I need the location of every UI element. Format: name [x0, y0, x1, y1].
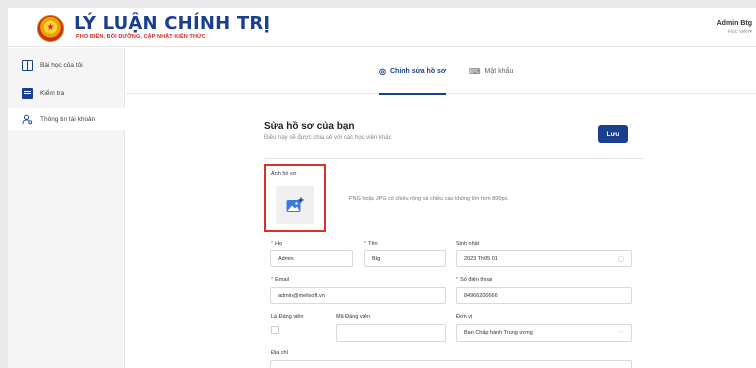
avatar-section: Ảnh hồ sơ — [264, 164, 326, 232]
tab-password[interactable]: ⌨ Mật khẩu — [469, 48, 513, 94]
key-icon: ⌨ — [469, 66, 481, 76]
party-code-field[interactable] — [336, 324, 446, 342]
app-window: LÝ LUẬN CHÍNH TRỊ PHỔ BIẾN, BỒI DƯỠNG, C… — [8, 8, 756, 368]
ho-field[interactable]: Admin — [270, 250, 353, 267]
ho-label: * Họ — [271, 241, 283, 247]
birthday-label: Sinh nhật — [456, 241, 480, 247]
tab-label: Chỉnh sửa hồ sơ — [389, 67, 446, 75]
site-subtitle: PHỔ BIẾN, BỒI DƯỠNG, CẬP NHẬT KIẾN THỨC — [76, 34, 206, 40]
form-subtitle: Điều này sẽ được chia sẻ với các học viê… — [264, 135, 392, 141]
sidebar-item-account-info[interactable]: Thông tin tài khoản — [8, 108, 125, 130]
tab-label: Mật khẩu — [484, 67, 514, 75]
sidebar-item-label: Thông tin tài khoản — [40, 115, 96, 123]
chevron-down-icon: ⌵ — [618, 328, 624, 335]
calendar-icon: ▢ — [617, 256, 624, 263]
logo-emblem-icon — [37, 15, 64, 42]
sidebar-item-tests[interactable]: Kiểm tra — [8, 82, 125, 104]
avatar-label: Ảnh hồ sơ — [271, 171, 297, 177]
sidebar-item-label: Kiểm tra — [40, 89, 65, 97]
phone-label: * Số điện thoại — [456, 277, 493, 283]
email-field[interactable]: admin@melisoft.vn — [270, 287, 446, 304]
unit-label: Đơn vị — [456, 314, 473, 320]
ten-field[interactable]: Btg — [364, 250, 446, 267]
form-title: Sửa hồ sơ của bạn — [264, 121, 355, 132]
unit-select[interactable]: Ban Chấp hành Trung ương ⌵ — [456, 324, 632, 342]
sidebar-item-label: Bài học của tôi — [40, 61, 83, 69]
test-icon — [22, 87, 33, 99]
address-label: Địa chỉ — [271, 350, 288, 356]
address-field[interactable] — [270, 360, 632, 368]
divider — [264, 158, 644, 159]
avatar-upload[interactable] — [276, 186, 314, 224]
sidebar: Bài học của tôi Kiểm tra Thông tin tài k… — [8, 48, 125, 368]
image-upload-icon — [286, 197, 304, 212]
book-icon — [22, 59, 33, 71]
profile-tabs: ◎ Chỉnh sửa hồ sơ ⌨ Mật khẩu — [126, 48, 756, 95]
site-title: LÝ LUẬN CHÍNH TRỊ — [74, 13, 271, 34]
email-label: * Email — [271, 277, 289, 283]
party-member-label: Là Đảng viên — [271, 314, 304, 320]
save-button[interactable]: Lưu — [598, 125, 628, 143]
profile-icon: ◎ — [379, 66, 386, 76]
user-role-dropdown[interactable]: Học viên▾ — [728, 29, 752, 35]
avatar-hint: PNG hoặc JPG có chiều rộng và chiều cao … — [349, 196, 509, 202]
sidebar-item-my-lessons[interactable]: Bài học của tôi — [8, 54, 125, 76]
party-member-checkbox[interactable] — [271, 326, 279, 334]
ten-label: * Tên — [364, 241, 378, 247]
user-name[interactable]: Admin Btg — [717, 20, 752, 27]
birthday-field[interactable]: 2023 Th05 01 ▢ — [456, 250, 632, 267]
phone-field[interactable]: 84966200666 — [456, 287, 632, 304]
party-code-label: Mã Đảng viên — [336, 314, 370, 320]
user-settings-icon — [22, 114, 33, 125]
tab-edit-profile[interactable]: ◎ Chỉnh sửa hồ sơ — [379, 48, 446, 95]
header: LÝ LUẬN CHÍNH TRỊ PHỔ BIẾN, BỒI DƯỠNG, C… — [8, 8, 756, 47]
